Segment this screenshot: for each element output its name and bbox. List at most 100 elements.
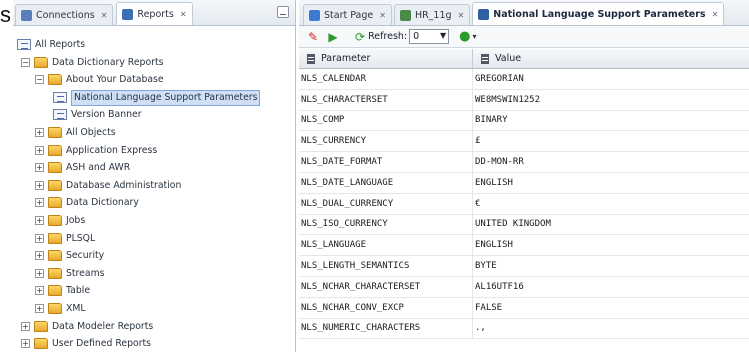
column-header-parameter[interactable]: Parameter — [299, 49, 473, 68]
table-row[interactable]: NLS_ISO_CURRENCY UNITED KINGDOM — [299, 214, 749, 236]
tree-node[interactable]: + All Objects — [13, 124, 295, 142]
run-report-icon[interactable]: ▶ — [325, 29, 341, 45]
tree-node[interactable]: + Security — [13, 247, 295, 265]
tab-nls-parameters[interactable]: National Language Support Parameters ✕ — [472, 2, 725, 25]
tree-node[interactable]: + Streams — [13, 265, 295, 283]
table-row[interactable]: NLS_COMP BINARY — [299, 110, 749, 132]
expand-icon[interactable]: + — [35, 127, 44, 137]
value-cell[interactable]: BINARY — [473, 111, 749, 131]
expand-icon[interactable]: + — [21, 339, 30, 349]
expand-icon[interactable]: + — [35, 268, 44, 278]
parameter-cell[interactable]: NLS_NUMERIC_CHARACTERS — [299, 318, 473, 339]
value-cell[interactable]: £ — [473, 131, 749, 151]
folder-icon — [48, 232, 62, 244]
expand-icon[interactable]: + — [35, 286, 44, 296]
tree-node[interactable]: + Table — [13, 282, 295, 300]
tree-node[interactable]: − Data Dictionary Reports — [13, 54, 295, 72]
value-cell[interactable]: ENGLISH — [473, 173, 749, 193]
parameter-cell[interactable]: NLS_CALENDAR — [299, 69, 473, 89]
table-row[interactable]: NLS_CALENDAR GREGORIAN — [299, 69, 749, 90]
value-cell[interactable]: FALSE — [473, 298, 749, 318]
expand-icon[interactable]: + — [35, 215, 44, 225]
value-cell[interactable]: € — [473, 194, 749, 214]
expand-icon[interactable]: + — [35, 233, 44, 243]
tree-node[interactable]: Version Banner — [13, 106, 295, 124]
expand-icon[interactable]: + — [35, 163, 44, 173]
tree-node[interactable]: + XML — [13, 300, 295, 318]
tree-node[interactable]: + Database Administration — [13, 177, 295, 195]
parameter-cell[interactable]: NLS_NCHAR_CHARACTERSET — [299, 276, 473, 297]
table-row[interactable]: NLS_CHARACTERSET WE8MSWIN1252 — [299, 89, 749, 111]
expand-icon[interactable]: + — [35, 251, 44, 261]
close-icon[interactable]: ✕ — [180, 10, 187, 19]
table-row[interactable]: NLS_LANGUAGE ENGLISH — [299, 235, 749, 257]
table-row[interactable]: NLS_LENGTH_SEMANTICS BYTE — [299, 256, 749, 277]
tree-node[interactable]: + ASH and AWR — [13, 159, 295, 177]
close-icon[interactable]: ✕ — [379, 11, 386, 20]
connections-icon — [21, 9, 32, 21]
tab-connections[interactable]: Connections ✕ — [15, 4, 114, 25]
collapse-icon[interactable]: − — [21, 57, 30, 67]
editor-tab-strip: Start Page ✕ HR_11g ✕ National Language … — [299, 0, 749, 26]
value-cell[interactable]: AL16UTF16 — [473, 277, 749, 297]
tree-node-label: All Objects — [66, 126, 116, 138]
folder-icon — [34, 320, 48, 332]
expand-icon[interactable]: + — [21, 321, 30, 331]
table-row[interactable]: NLS_DUAL_CURRENCY € — [299, 193, 749, 215]
value-cell[interactable]: BYTE — [473, 256, 749, 276]
expand-icon[interactable]: + — [35, 180, 44, 190]
table-row[interactable]: NLS_CURRENCY £ — [299, 131, 749, 153]
tree-node[interactable]: All Reports — [13, 36, 295, 54]
tree-node[interactable]: + User Defined Reports — [13, 335, 295, 352]
value-cell[interactable]: ENGLISH — [473, 235, 749, 255]
parameter-cell[interactable]: NLS_CHARACTERSET — [299, 89, 473, 110]
tree-node[interactable]: − About Your Database — [13, 71, 295, 89]
parameter-cell[interactable]: NLS_DATE_LANGUAGE — [299, 172, 473, 193]
expand-icon[interactable]: + — [35, 145, 44, 155]
report-toolbar: ✎ ▶ ⟳ Refresh: 0 ▼ ● ▾ — [299, 26, 749, 48]
parameter-cell[interactable]: NLS_LANGUAGE — [299, 235, 473, 256]
table-row[interactable]: NLS_NUMERIC_CHARACTERS., — [299, 318, 749, 340]
close-icon[interactable]: ✕ — [712, 10, 719, 19]
table-row[interactable]: NLS_NCHAR_CHARACTERSET AL16UTF16 — [299, 276, 749, 298]
value-cell[interactable]: DD-MON-RR — [473, 152, 749, 172]
tab-hr-connection[interactable]: HR_11g ✕ — [393, 4, 471, 25]
expand-icon[interactable]: + — [35, 198, 44, 208]
table-row[interactable]: NLS_NCHAR_CONV_EXCP FALSE — [299, 297, 749, 319]
parameter-cell[interactable]: NLS_DUAL_CURRENCY — [299, 193, 473, 214]
tree-node[interactable]: + Data Dictionary — [13, 194, 295, 212]
column-header-value[interactable]: Value — [473, 49, 749, 68]
tree-node[interactable]: + Jobs — [13, 212, 295, 230]
parameter-cell[interactable]: NLS_DATE_FORMAT — [299, 152, 473, 172]
close-icon[interactable]: ✕ — [101, 11, 108, 20]
tree-node[interactable]: National Language Support Parameters — [13, 89, 295, 107]
value-cell[interactable]: WE8MSWIN1252 — [473, 90, 749, 110]
parameter-cell[interactable]: NLS_ISO_CURRENCY — [299, 214, 473, 235]
tab-start-page[interactable]: Start Page ✕ — [303, 4, 392, 25]
column-icon — [307, 53, 315, 64]
tab-reports[interactable]: Reports ✕ — [116, 2, 193, 25]
table-row[interactable]: NLS_DATE_FORMAT DD-MON-RR — [299, 152, 749, 173]
parameter-cell[interactable]: NLS_LENGTH_SEMANTICS — [299, 256, 473, 276]
pin-icon[interactable]: ✎ — [305, 29, 321, 45]
value-cell[interactable]: GREGORIAN — [473, 69, 749, 89]
tree-node[interactable]: + Application Express — [13, 142, 295, 160]
tree-node[interactable]: + PLSQL — [13, 230, 295, 248]
close-icon[interactable]: ✕ — [458, 11, 465, 20]
tree-node-label: National Language Support Parameters — [71, 89, 261, 106]
table-row[interactable]: NLS_DATE_LANGUAGE ENGLISH — [299, 172, 749, 194]
parameter-cell[interactable]: NLS_CURRENCY — [299, 131, 473, 152]
refresh-icon[interactable]: ⟳ — [355, 30, 365, 44]
tree-node-label: XML — [66, 302, 86, 314]
folder-icon — [48, 302, 62, 314]
value-cell[interactable]: ., — [473, 319, 749, 339]
expand-icon[interactable]: + — [35, 303, 44, 313]
refresh-interval-select[interactable]: 0 ▼ — [409, 29, 450, 44]
parameter-cell[interactable]: NLS_COMP — [299, 110, 473, 131]
minimize-button[interactable] — [277, 6, 289, 18]
parameter-cell[interactable]: NLS_NCHAR_CONV_EXCP — [299, 297, 473, 318]
tree-node[interactable]: + Data Modeler Reports — [13, 318, 295, 336]
collapse-icon[interactable]: − — [35, 75, 44, 85]
value-cell[interactable]: UNITED KINGDOM — [473, 215, 749, 235]
connection-go-button[interactable]: ● ▾ — [459, 29, 476, 44]
